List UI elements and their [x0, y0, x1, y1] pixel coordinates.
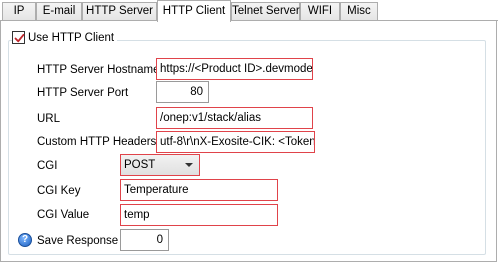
cgi-method-value: POST	[124, 159, 156, 171]
tab-label: Telnet Server	[232, 5, 300, 17]
tab-http-client[interactable]: HTTP Client	[157, 0, 231, 22]
save-response-input[interactable]: 0	[120, 229, 169, 251]
cgi-key-input[interactable]: Temperature	[120, 179, 278, 201]
save-response-label: Save Response	[37, 235, 119, 247]
chevron-down-icon	[185, 163, 193, 167]
use-http-client-label: Use HTTP Client	[28, 31, 115, 44]
cgi-label: CGI	[37, 160, 58, 172]
tab-strip: IP E-mail HTTP Server HTTP Client Telnet…	[0, 0, 498, 22]
tab-wifi[interactable]: WIFI	[300, 2, 340, 20]
hostname-label: HTTP Server Hostname	[37, 64, 160, 76]
tab-http-server[interactable]: HTTP Server	[82, 2, 157, 20]
tab-label: Misc	[347, 5, 371, 17]
tab-email[interactable]: E-mail	[36, 2, 82, 20]
cgi-value-input[interactable]: temp	[120, 204, 278, 226]
tab-baseline	[0, 20, 498, 21]
tab-label: IP	[13, 5, 25, 17]
cgi-value-label: CGI Value	[37, 209, 90, 221]
tab-label: HTTP Server	[86, 5, 153, 17]
tab-label: E-mail	[42, 5, 76, 17]
tab-telnet-server[interactable]: Telnet Server	[231, 2, 300, 20]
use-http-client-checkbox[interactable]	[12, 31, 25, 44]
help-icon[interactable]: ?	[18, 233, 32, 247]
tab-ip[interactable]: IP	[2, 2, 36, 20]
checkmark-icon	[14, 33, 25, 43]
custom-headers-label: Custom HTTP Headers	[37, 136, 157, 148]
cgi-method-select[interactable]: POST	[120, 154, 200, 176]
cgi-key-label: CGI Key	[37, 185, 81, 197]
port-label: HTTP Server Port	[37, 87, 129, 99]
url-input[interactable]: /onep:v1/stack/alias	[156, 107, 313, 129]
custom-headers-input[interactable]: utf-8\r\nX-Exosite-CIK: <Token>	[156, 131, 315, 153]
tab-label: HTTP Client	[162, 5, 226, 17]
hostname-input[interactable]: https://<Product ID>.devmode-m	[156, 58, 313, 80]
tab-misc[interactable]: Misc	[340, 2, 378, 20]
url-label: URL	[37, 113, 61, 125]
port-input[interactable]: 80	[156, 81, 209, 103]
use-http-client-row[interactable]: Use HTTP Client	[12, 30, 118, 45]
http-client-settings-window: IP E-mail HTTP Server HTTP Client Telnet…	[0, 0, 498, 263]
tab-label: WIFI	[307, 5, 333, 17]
http-client-panel: Use HTTP Client HTTP Server Hostname htt…	[0, 21, 497, 262]
